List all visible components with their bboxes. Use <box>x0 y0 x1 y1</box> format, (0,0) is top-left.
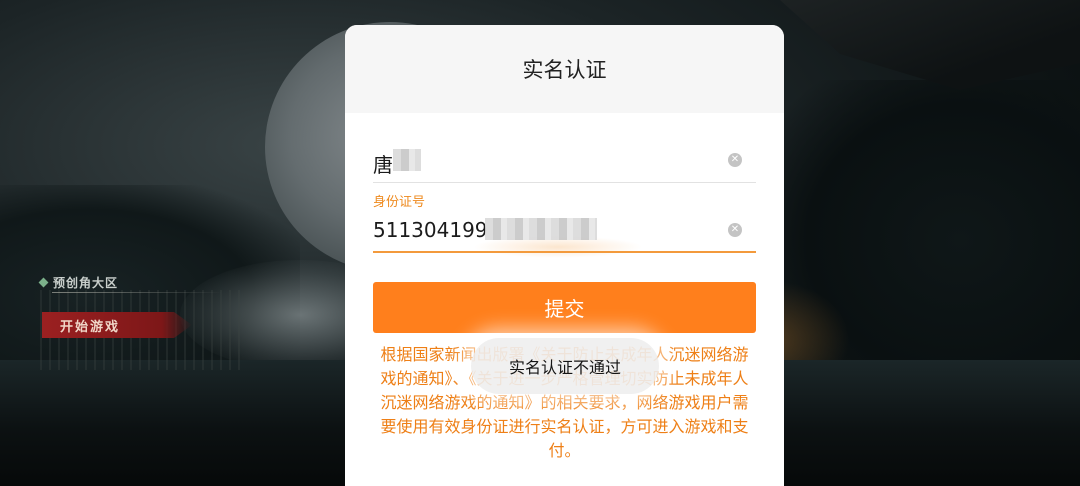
id-field-label: 身份证号 <box>373 195 426 210</box>
name-value[interactable]: 唐 <box>373 149 393 178</box>
server-divider <box>52 292 222 293</box>
dialog-header: 实名认证 <box>345 25 784 113</box>
server-selector[interactable]: 预创角大区 <box>38 272 119 292</box>
dialog-title: 实名认证 <box>522 58 607 82</box>
id-number-mask <box>485 218 597 240</box>
real-name-dialog: 实名认证 唐 ✕ 身份证号 511304199 ✕ 提交 根据国家新闻出版署《关… <box>345 25 784 486</box>
pavilion-roof <box>780 0 1080 90</box>
start-game-button[interactable]: 开始游戏 <box>42 312 192 338</box>
clear-icon[interactable]: ✕ <box>728 153 742 167</box>
name-field[interactable]: 唐 ✕ <box>373 145 756 183</box>
name-mask <box>393 149 421 171</box>
diamond-icon <box>38 277 49 287</box>
verification-failed-toast: 实名认证不通过 <box>471 338 659 394</box>
id-number-field[interactable]: 511304199 ✕ <box>373 218 756 258</box>
id-number-value[interactable]: 511304199 <box>373 218 488 242</box>
toast-message: 实名认证不通过 <box>508 358 621 377</box>
submit-button[interactable]: 提交 <box>373 282 756 333</box>
clear-icon[interactable]: ✕ <box>728 223 742 237</box>
server-label: 预创角大区 <box>53 275 119 290</box>
